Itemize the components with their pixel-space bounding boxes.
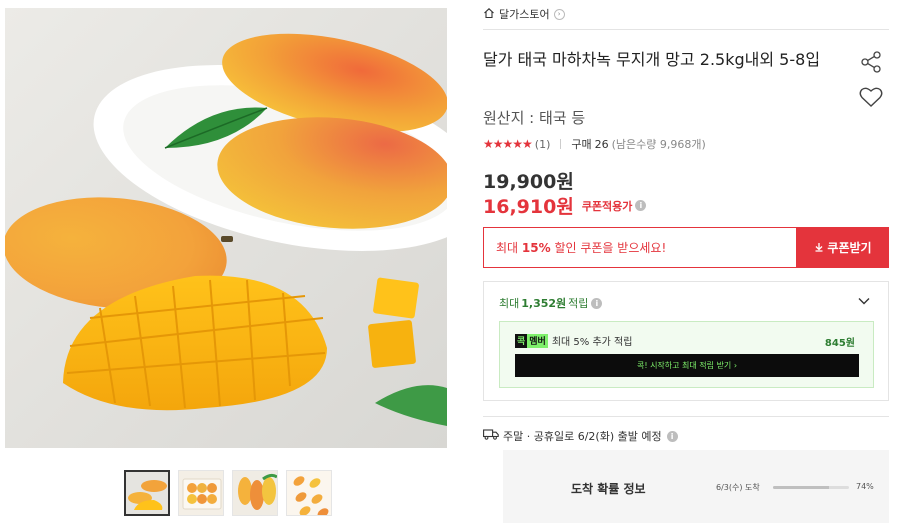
sale-price-row: 16,910원 쿠폰적용가 i xyxy=(483,192,647,219)
arrival-probability-title: 도착 확률 정보 xyxy=(571,482,646,496)
origin-label: 원산지 : 태국 등 xyxy=(483,109,586,127)
coupon-applied-label: 쿠폰적용가 xyxy=(581,199,633,213)
remaining-stock: (남은수량 9,968개) xyxy=(611,138,706,151)
thumbnail-1[interactable] xyxy=(124,470,170,516)
review-count[interactable]: (1) xyxy=(535,138,551,151)
points-suffix: 적립 xyxy=(568,297,589,310)
heart-icon[interactable] xyxy=(859,86,883,112)
member-benefit-row: 콕 멤버 최대 5% 추가 적립 xyxy=(515,333,632,348)
sold-count: 26 xyxy=(594,137,609,151)
divider xyxy=(483,416,889,417)
divider xyxy=(560,139,562,149)
member-benefit-box: 콕 멤버 최대 5% 추가 적립 845원 콕! 시작하고 최대 적립 받기 › xyxy=(499,321,874,388)
info-icon[interactable]: i xyxy=(591,297,603,309)
original-price: 19,900원 xyxy=(483,171,574,193)
member-signup-button[interactable]: 콕! 시작하고 최대 적립 받기 › xyxy=(515,354,859,377)
arrival-probability-bar xyxy=(773,486,849,489)
sold-label: 구매 xyxy=(571,138,592,151)
product-info-panel: 달가스토어 › 달가 태국 마하차녹 무지개 망고 2.5kg내외 5-8입 원… xyxy=(483,0,891,523)
coupon-percent: 15% xyxy=(521,240,551,255)
coupon-text-suffix: 할인 쿠폰을 받으세요! xyxy=(550,241,667,255)
arrival-probability-box: 도착 확률 정보 6/3(수) 도착 74% xyxy=(503,450,889,523)
points-panel: 최대 1,352원 적립 i 콕 멤버 최대 5% 추가 적립 845원 콕! … xyxy=(483,281,889,401)
thumbnail-2[interactable] xyxy=(178,470,224,516)
member-benefit-text: 최대 5% 추가 적립 xyxy=(551,337,633,348)
arrival-date-label: 6/3(수) 도착 xyxy=(716,483,760,492)
get-coupon-button[interactable]: 쿠폰받기 xyxy=(797,227,889,268)
delivery-info: 주말 · 공휴일로 6/2(화) 출발 예정 i xyxy=(483,428,678,444)
arrival-probability-fill xyxy=(773,486,830,489)
arrival-probability-percent: 74% xyxy=(856,482,874,491)
divider xyxy=(483,29,889,30)
share-icon[interactable] xyxy=(859,50,883,78)
product-title: 달가 태국 마하차녹 무지개 망고 2.5kg내외 5-8입 xyxy=(483,50,821,69)
store-link[interactable]: 달가스토어 › xyxy=(483,5,565,23)
store-name: 달가스토어 xyxy=(499,8,550,21)
sale-price: 16,910원 xyxy=(483,196,574,218)
points-amount: 1,352원 xyxy=(521,297,567,310)
chevron-down-icon[interactable] xyxy=(858,294,870,309)
get-coupon-label: 쿠폰받기 xyxy=(827,241,872,255)
member-badge: 콕 멤버 xyxy=(515,333,548,348)
info-icon[interactable]: i xyxy=(635,200,647,211)
member-benefit-amount: 845원 xyxy=(824,338,855,349)
info-icon[interactable]: i xyxy=(666,430,678,442)
chevron-right-icon: › xyxy=(553,8,565,20)
member-badge-a: 콕 xyxy=(515,333,528,348)
thumbnail-3[interactable] xyxy=(232,470,278,516)
thumbnail-strip xyxy=(124,470,332,516)
thumbnail-4[interactable] xyxy=(286,470,332,516)
delivery-text: 주말 · 공휴일로 6/2(화) 출발 예정 xyxy=(503,430,662,443)
points-prefix: 최대 xyxy=(499,297,520,310)
rating-stars: ★★★★★ xyxy=(483,137,533,151)
truck-icon xyxy=(483,429,499,443)
coupon-text-prefix: 최대 xyxy=(496,241,522,255)
download-icon xyxy=(814,241,824,255)
rating-row: ★★★★★ (1) 구매 26 (남은수량 9,968개) xyxy=(483,137,706,151)
store-home-icon xyxy=(483,7,495,22)
product-main-image[interactable] xyxy=(5,8,447,448)
points-summary: 최대 1,352원 적립 i xyxy=(499,295,603,311)
coupon-banner: 최대 15% 할인 쿠폰을 받으세요! xyxy=(483,227,797,268)
member-badge-b: 멤버 xyxy=(527,333,548,348)
